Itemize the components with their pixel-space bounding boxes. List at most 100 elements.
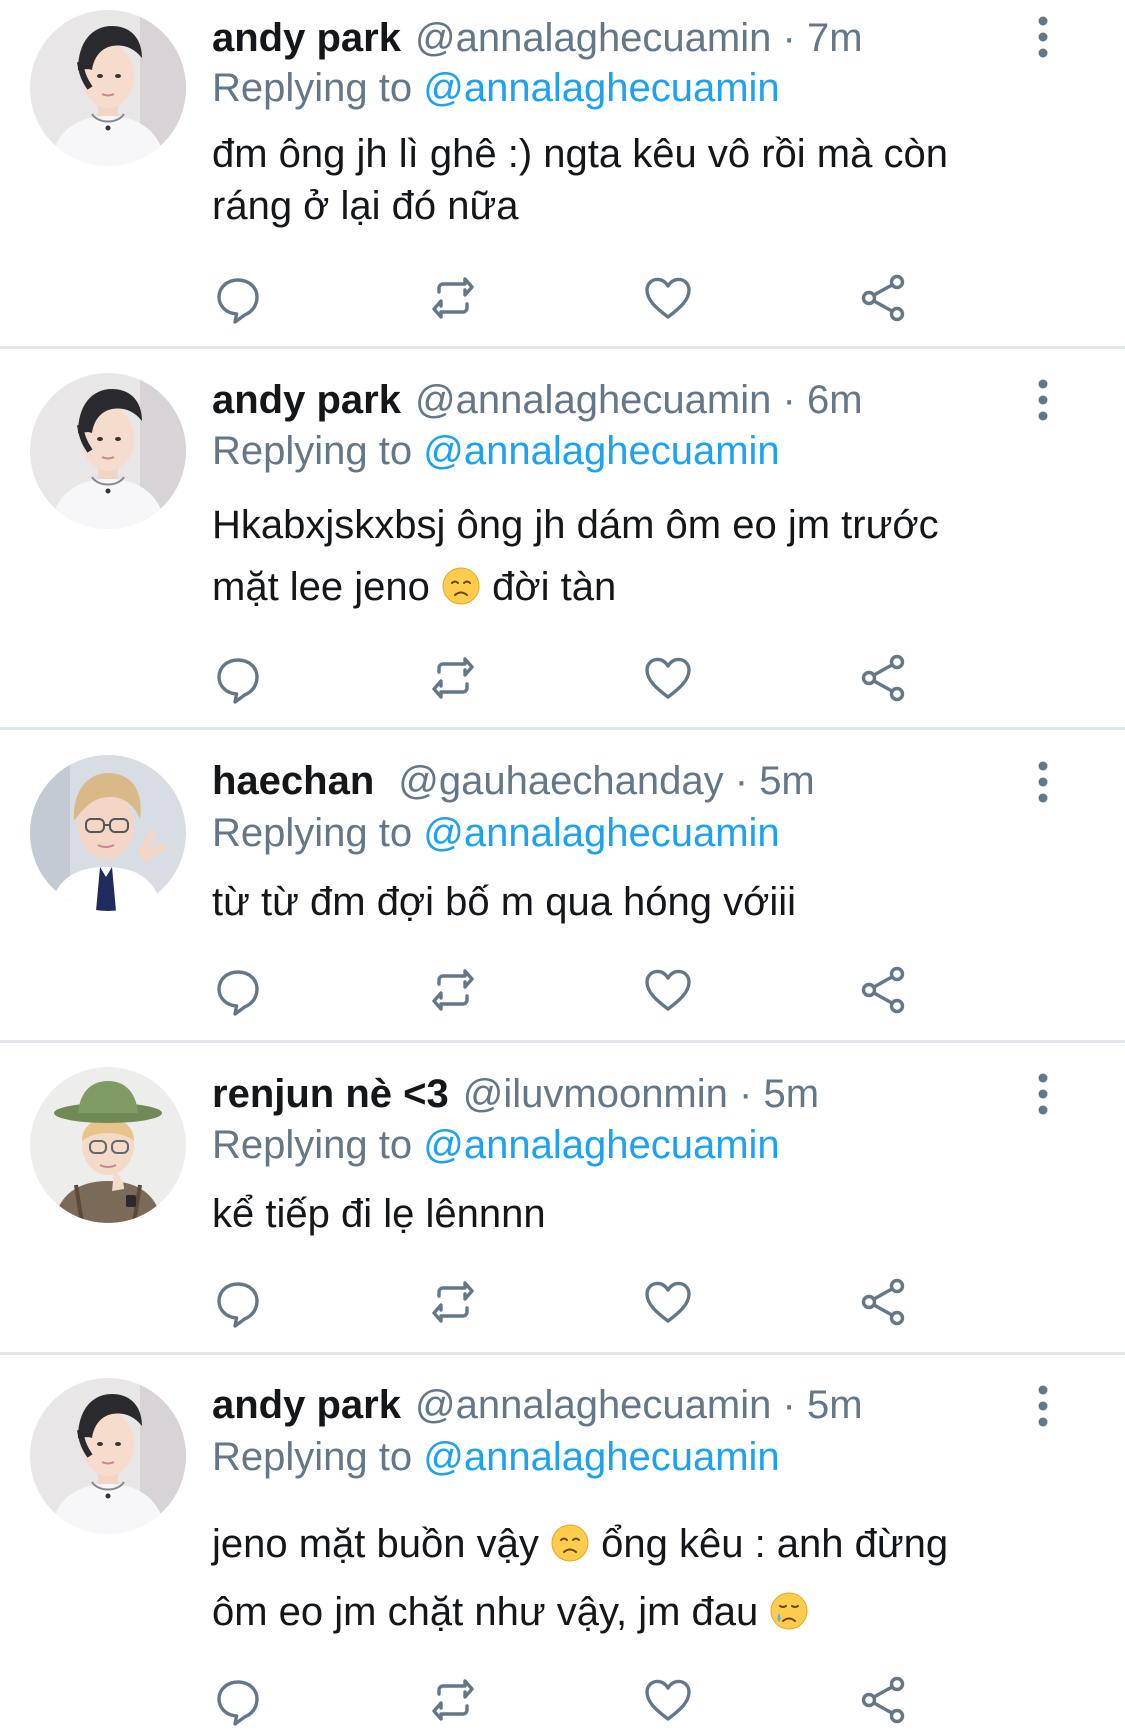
- retweet-button[interactable]: [425, 962, 481, 1018]
- retweet-button[interactable]: [425, 1274, 481, 1330]
- timestamp[interactable]: 5m: [759, 759, 815, 803]
- user-photo-image: [30, 10, 186, 166]
- avatar[interactable]: [30, 1378, 186, 1534]
- display-name[interactable]: haechan: [212, 759, 374, 803]
- share-icon: [855, 1672, 911, 1728]
- tweet-text: đm ông jh lì ghê :) ngta kêu vô rồi mà c…: [212, 128, 1052, 232]
- speech-bubble-icon: [210, 962, 266, 1018]
- heart-icon: [640, 270, 696, 326]
- avatar[interactable]: [30, 1067, 186, 1223]
- reply-button[interactable]: [210, 650, 266, 706]
- replying-to-line: Replying to @annalaghecuamin: [212, 1431, 780, 1483]
- display-name[interactable]: andy park: [212, 16, 401, 60]
- display-name[interactable]: renjun nè <3: [212, 1072, 449, 1116]
- tweet-text-line: đm ông jh lì ghê :) ngta kêu vô rồi mà c…: [212, 132, 948, 176]
- replying-to-handle-link[interactable]: @annalaghecuamin: [423, 811, 779, 855]
- tweet-actions: [210, 270, 910, 326]
- like-button[interactable]: [640, 1274, 696, 1330]
- vertical-dots-icon: [1028, 1381, 1058, 1431]
- avatar[interactable]: [30, 373, 186, 529]
- share-icon: [855, 962, 911, 1018]
- vertical-dots-icon: [1028, 12, 1058, 62]
- user-handle[interactable]: @iluvmoonmin: [463, 1072, 728, 1116]
- display-name[interactable]: andy park: [212, 378, 401, 422]
- tweet-text-line: ráng ở lại đó nữa: [212, 184, 519, 228]
- replying-to-handle-link[interactable]: @annalaghecuamin: [423, 66, 779, 110]
- vertical-dots-icon: [1028, 757, 1058, 807]
- disappointed-face-emoji: [441, 566, 481, 606]
- user-photo-image: [30, 755, 186, 911]
- more-options-button[interactable]: [1028, 12, 1058, 62]
- separator-dot: ·: [739, 1072, 753, 1116]
- tweet-actions: [210, 1672, 910, 1728]
- speech-bubble-icon: [210, 1672, 266, 1728]
- retweet-button[interactable]: [425, 270, 481, 326]
- replying-to-label: Replying to: [212, 429, 413, 473]
- like-button[interactable]: [640, 962, 696, 1018]
- share-icon: [855, 650, 911, 706]
- retweet-icon: [425, 1672, 481, 1728]
- like-button[interactable]: [640, 650, 696, 706]
- tweet-text: jeno mặt buồn vậy ổng kêu : anh đừng ôm …: [212, 1510, 1052, 1646]
- reply-button[interactable]: [210, 962, 266, 1018]
- tweet-header: andy park @annalaghecuamin · 6m: [212, 374, 1055, 426]
- replying-to-label: Replying to: [212, 66, 413, 110]
- more-options-button[interactable]: [1028, 375, 1058, 425]
- user-handle[interactable]: @annalaghecuamin: [415, 16, 771, 60]
- replying-to-handle-link[interactable]: @annalaghecuamin: [423, 1435, 779, 1479]
- retweet-icon: [425, 650, 481, 706]
- replying-to-label: Replying to: [212, 1435, 413, 1479]
- heart-icon: [640, 650, 696, 706]
- avatar[interactable]: [30, 10, 186, 166]
- vertical-dots-icon: [1028, 1069, 1058, 1119]
- heart-icon: [640, 1672, 696, 1728]
- separator-dot: ·: [734, 759, 749, 803]
- like-button[interactable]: [640, 270, 696, 326]
- replying-to-line: Replying to @annalaghecuamin: [212, 62, 780, 114]
- timestamp[interactable]: 5m: [807, 1383, 863, 1427]
- separator-dot: ·: [782, 378, 796, 422]
- replying-to-handle-link[interactable]: @annalaghecuamin: [423, 1123, 779, 1167]
- separator-dot: ·: [782, 1383, 796, 1427]
- share-button[interactable]: [855, 1672, 911, 1728]
- reply-button[interactable]: [210, 1672, 266, 1728]
- user-handle[interactable]: @annalaghecuamin: [415, 378, 771, 422]
- retweet-icon: [425, 962, 481, 1018]
- tweet-text-segment: mặt lee jeno: [212, 565, 442, 609]
- heart-icon: [640, 962, 696, 1018]
- user-handle[interactable]: @gauhaechanday: [398, 759, 723, 803]
- replying-to-line: Replying to @annalaghecuamin: [212, 1119, 780, 1171]
- user-photo-image: [30, 373, 186, 529]
- tweet-header: andy park @annalaghecuamin · 5m: [212, 1379, 1055, 1431]
- share-button[interactable]: [855, 962, 911, 1018]
- display-name[interactable]: andy park: [212, 1383, 401, 1427]
- tweet-text-segment: ổng kêu : anh đừng: [590, 1522, 949, 1566]
- share-button[interactable]: [855, 270, 911, 326]
- reply-button[interactable]: [210, 270, 266, 326]
- share-button[interactable]: [855, 1274, 911, 1330]
- more-options-button[interactable]: [1028, 1381, 1058, 1431]
- user-photo-image: [30, 1067, 186, 1223]
- reply-button[interactable]: [210, 1274, 266, 1330]
- crying-face-emoji: [769, 1591, 809, 1631]
- timestamp[interactable]: 5m: [763, 1072, 819, 1116]
- more-options-button[interactable]: [1028, 1069, 1058, 1119]
- tweet-actions: [210, 962, 910, 1018]
- replying-to-handle-link[interactable]: @annalaghecuamin: [423, 429, 779, 473]
- tweet-actions: [210, 1274, 910, 1330]
- tweet-divider: [0, 727, 1125, 730]
- heart-icon: [640, 1274, 696, 1330]
- timestamp[interactable]: 6m: [807, 378, 863, 422]
- retweet-icon: [425, 1274, 481, 1330]
- more-options-button[interactable]: [1028, 757, 1058, 807]
- like-button[interactable]: [640, 1672, 696, 1728]
- user-handle[interactable]: @annalaghecuamin: [415, 1383, 771, 1427]
- retweet-button[interactable]: [425, 1672, 481, 1728]
- separator-dot: ·: [782, 16, 796, 60]
- share-button[interactable]: [855, 650, 911, 706]
- disappointed-face-emoji: [550, 1523, 590, 1563]
- timestamp[interactable]: 7m: [807, 16, 863, 60]
- avatar[interactable]: [30, 755, 186, 911]
- retweet-button[interactable]: [425, 650, 481, 706]
- tweet-header: haechan @gauhaechanday · 5m: [212, 755, 1055, 807]
